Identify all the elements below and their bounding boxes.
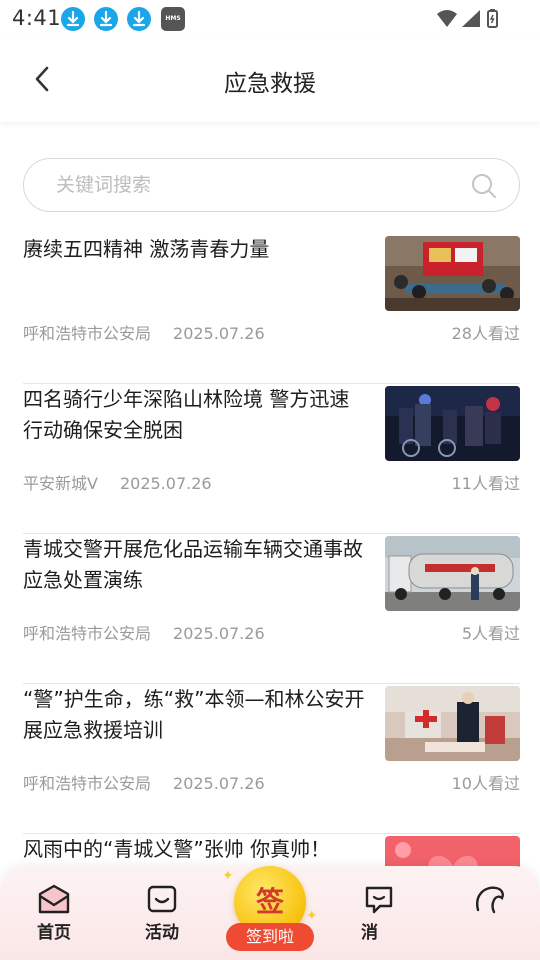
bottom-nav: 首页 活动 ✦ ✦ 签 签到啦 消	[0, 866, 540, 960]
wifi-icon	[437, 10, 457, 27]
news-thumbnail[interactable]	[385, 386, 520, 461]
news-date: 2025.07.26	[173, 324, 265, 343]
app-header: 应急救援	[0, 38, 540, 122]
news-item[interactable]: “警”护生命，练“救”本领—和林公安开展应急救援培训 呼和浩特市公安局 2025.…	[23, 684, 520, 834]
nav-messages-label: 消	[361, 923, 378, 943]
nav-home[interactable]: 首页	[19, 884, 89, 943]
news-date: 2025.07.26	[173, 774, 265, 793]
news-item[interactable]: 青城交警开展危化品运输车辆交通事故应急处置演练 呼和浩特市公安局 2025.07.…	[23, 534, 520, 684]
news-title[interactable]: 四名骑行少年深陷山林险境 警方迅速行动确保安全脱困	[23, 384, 368, 446]
news-item[interactable]: 四名骑行少年深陷山林险境 警方迅速行动确保安全脱困 平安新城V 2025.07.2…	[23, 384, 520, 534]
search-input[interactable]	[56, 171, 456, 199]
news-title[interactable]: 赓续五四精神 激荡青春力量	[23, 234, 368, 265]
news-views: 28人看过	[451, 324, 520, 343]
news-views: 5人看过	[461, 624, 520, 643]
news-title[interactable]: 青城交警开展危化品运输车辆交通事故应急处置演练	[23, 534, 368, 596]
news-thumbnail[interactable]	[385, 686, 520, 761]
news-source: 呼和浩特市公安局	[23, 774, 152, 793]
home-icon	[38, 884, 70, 914]
sparkle-icon: ✦	[222, 868, 234, 884]
news-source: 平安新城V	[23, 474, 98, 493]
news-date: 2025.07.26	[119, 474, 212, 493]
sign-in-label[interactable]: 签到啦	[226, 923, 314, 951]
news-source: 呼和浩特市公安局	[23, 624, 152, 643]
news-thumbnail[interactable]	[385, 236, 520, 311]
news-date: 2025.07.26	[173, 624, 265, 643]
hms-icon: HMS	[161, 7, 185, 31]
nav-home-label: 首页	[37, 923, 71, 943]
news-title[interactable]: 风雨中的“青城义警”张帅 你真帅！	[23, 834, 368, 865]
message-icon	[365, 886, 393, 914]
news-source: 呼和浩特市公安局	[23, 324, 152, 343]
profile-icon	[476, 886, 504, 914]
nav-messages[interactable]: 消	[344, 884, 414, 943]
nav-activity[interactable]: 活动	[127, 884, 197, 943]
news-thumbnail[interactable]	[385, 536, 520, 611]
news-item[interactable]: 赓续五四精神 激荡青春力量 呼和浩特市公安局 2025.07.26 28人看过	[23, 234, 520, 384]
status-bar: 4:41 HMS	[0, 0, 540, 38]
system-icons	[436, 8, 500, 34]
sign-in-icon-char: 签	[255, 885, 284, 918]
nav-profile[interactable]	[454, 884, 524, 914]
page-title: 应急救援	[224, 71, 316, 97]
signal-icon	[462, 10, 480, 27]
status-time: 4:41	[12, 6, 62, 30]
download-icon	[94, 7, 118, 31]
news-views: 10人看过	[451, 774, 520, 793]
sparkle-icon: ✦	[306, 908, 318, 924]
battery-icon	[487, 9, 498, 28]
download-icon	[127, 7, 151, 31]
search-icon[interactable]	[471, 173, 497, 203]
search-bar[interactable]	[23, 158, 520, 212]
nav-activity-label: 活动	[145, 923, 179, 943]
news-title[interactable]: “警”护生命，练“救”本领—和林公安开展应急救援培训	[23, 684, 368, 746]
news-views: 11人看过	[451, 474, 520, 493]
download-icon	[61, 7, 85, 31]
activity-icon	[147, 885, 177, 913]
